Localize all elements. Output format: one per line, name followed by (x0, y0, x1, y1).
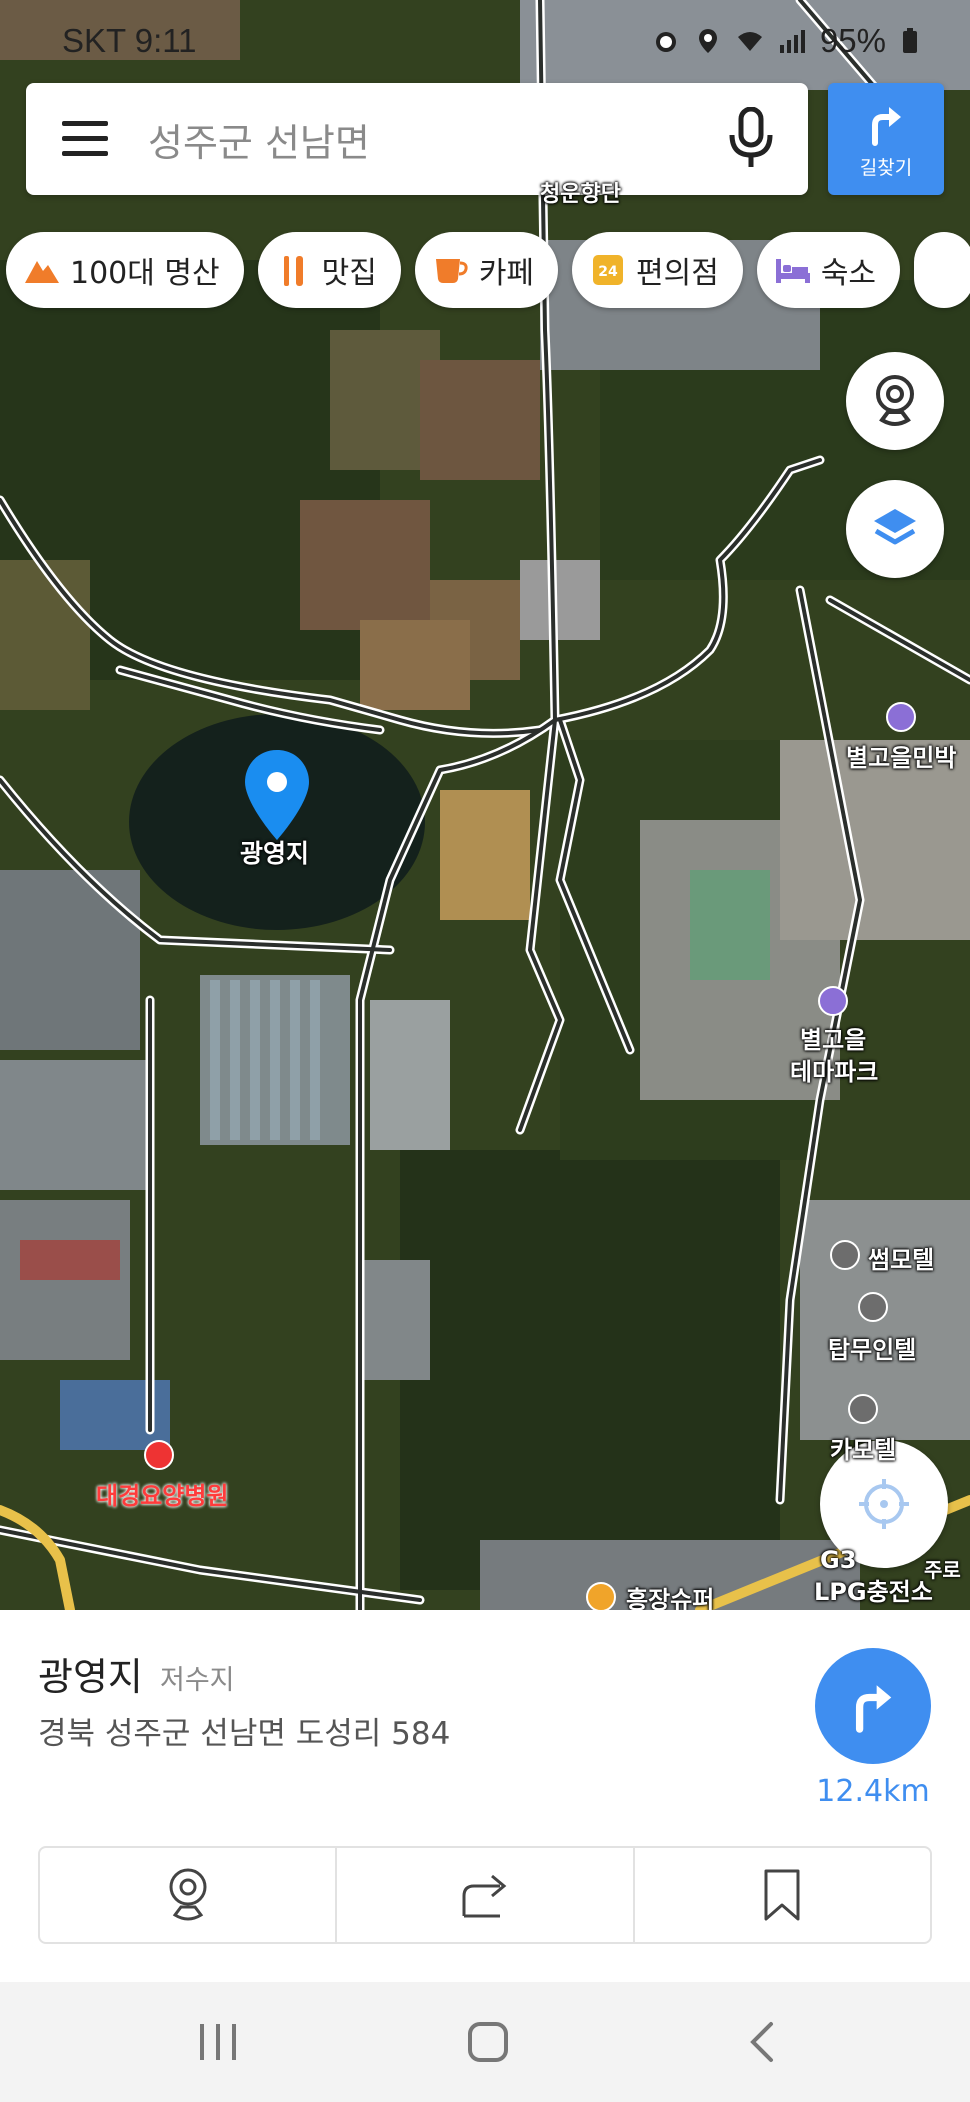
poi-motel-3[interactable]: 카모텔 (830, 1430, 896, 1465)
recent-apps-button[interactable] (188, 2012, 248, 2072)
status-icons: 95% (652, 22, 920, 60)
battery-percent: 95% (819, 22, 886, 59)
selected-location-pin[interactable] (241, 748, 313, 844)
roadview-button[interactable] (846, 352, 944, 450)
directions-label: 길찾기 (859, 157, 913, 179)
bookmark-button[interactable] (632, 1848, 930, 1942)
restaurant-icon (276, 252, 312, 288)
navigate-button[interactable] (815, 1648, 931, 1764)
motel-poi-icon[interactable] (830, 1240, 860, 1270)
poi-store[interactable]: 흥장슈퍼 (626, 1580, 714, 1610)
poi-star-minbak[interactable]: 별고을민박 (846, 738, 956, 773)
signal-icon (779, 30, 805, 53)
hospital-poi-icon[interactable] (144, 1440, 174, 1470)
turn-right-arrow-icon (872, 107, 901, 146)
place-category: 저수지 (160, 1665, 235, 1696)
bed-icon (775, 252, 811, 288)
cafe-icon (433, 252, 469, 288)
share-icon (462, 1874, 507, 1918)
poi-gs[interactable]: G3 (820, 1546, 856, 1574)
store-poi-icon[interactable] (586, 1582, 616, 1610)
status-bar: SKT 9:11 95% (0, 0, 970, 80)
poi-motel-1[interactable]: 썸모텔 (868, 1240, 934, 1275)
status-time: SKT 9:11 (62, 22, 197, 59)
crosshair-icon (859, 1479, 909, 1529)
roadview-camera-icon (876, 375, 914, 426)
directions-button[interactable]: 길찾기 (828, 83, 944, 195)
bookmark-icon (764, 1869, 800, 1921)
search-input[interactable]: 성주군 선남면 (148, 112, 726, 167)
poi-motel-2[interactable]: 탑무인텔 (828, 1330, 916, 1365)
system-navigation-bar (0, 1982, 970, 2102)
pin-label: 광영지 (240, 839, 310, 868)
home-icon (468, 2022, 508, 2062)
place-name: 광영지 (38, 1655, 143, 1699)
themepark-poi-icon[interactable] (818, 986, 848, 1016)
share-button[interactable] (335, 1848, 632, 1942)
place-address: 경북 성주군 선남면 도성리 584 (38, 1716, 451, 1752)
poi-lpg[interactable]: LPG충전소 (814, 1572, 933, 1607)
back-button[interactable] (732, 2012, 792, 2072)
mountain-icon (24, 252, 60, 288)
place-actions (38, 1846, 932, 1944)
chip-convenience-store[interactable]: 24 편의점 (572, 232, 743, 308)
svg-text:24: 24 (598, 264, 618, 280)
recent-apps-icon (200, 2024, 236, 2060)
category-chips: 100대 명산 맛집 카페 24 편의점 숙소 (6, 232, 970, 308)
search-bar[interactable]: 성주군 선남면 (26, 83, 808, 195)
convenience-store-icon: 24 (590, 252, 626, 288)
map-layers-button[interactable] (846, 480, 944, 578)
poi-star-themepark-2[interactable]: 테마파크 (790, 1052, 878, 1087)
roadview-action-button[interactable] (40, 1848, 335, 1942)
place-info-sheet[interactable]: 광영지 저수지 경북 성주군 선남면 도성리 584 12.4km (0, 1610, 970, 1982)
turn-right-arrow-icon (855, 1685, 892, 1733)
poi-star-themepark-1[interactable]: 별고을 (800, 1020, 866, 1055)
chip-mountains[interactable]: 100대 명산 (6, 232, 244, 308)
microphone-icon[interactable] (726, 107, 776, 171)
home-button[interactable] (458, 2012, 518, 2072)
chip-cafe[interactable]: 카페 (414, 232, 559, 308)
poi-hospital[interactable]: 대경요양병원 (96, 1476, 228, 1511)
chip-restaurants[interactable]: 맛집 (257, 232, 401, 308)
roadview-camera-icon (169, 1868, 207, 1921)
battery-icon (903, 28, 917, 53)
motel-poi-icon-3[interactable] (848, 1394, 878, 1424)
location-icon (698, 29, 717, 53)
chip-more[interactable] (914, 232, 970, 308)
map-label-top: 청운향단 (540, 182, 621, 207)
motel-poi-icon-2[interactable] (858, 1292, 888, 1322)
menu-icon[interactable] (62, 121, 110, 157)
road-label: 주로 (924, 1558, 961, 1582)
distance-label: 12.4km (816, 1774, 930, 1809)
chip-lodging[interactable]: 숙소 (756, 232, 901, 308)
wifi-icon (737, 32, 762, 51)
lodging-poi-icon[interactable] (886, 702, 916, 732)
back-chevron-icon (750, 2022, 773, 2062)
map-view[interactable]: SKT 9:11 95% 성주군 선남면 길찾기 100대 명산 맛집 카페 2… (0, 0, 970, 1610)
layers-icon (874, 509, 916, 545)
alarm-icon (655, 32, 676, 52)
